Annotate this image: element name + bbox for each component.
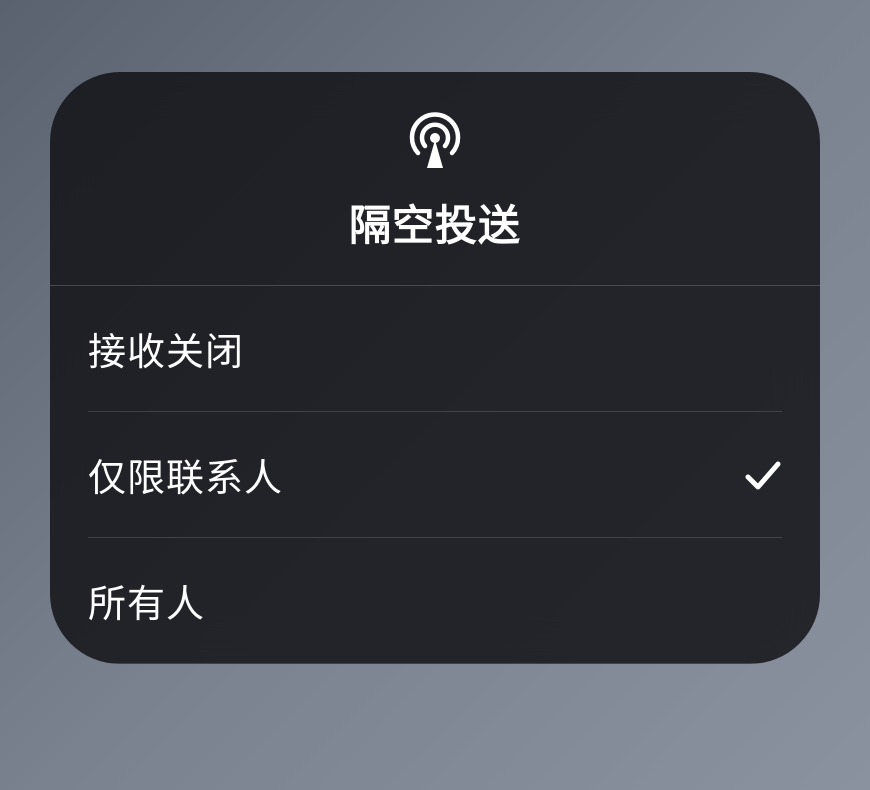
option-label: 仅限联系人 (88, 447, 283, 502)
option-label: 接收关闭 (88, 321, 244, 376)
option-label: 所有人 (88, 573, 205, 628)
option-everyone[interactable]: 所有人 (50, 538, 820, 663)
airdrop-icon (401, 110, 469, 170)
panel-title: 隔空投送 (349, 192, 521, 253)
panel-header: 隔空投送 (50, 72, 820, 285)
checkmark-icon (744, 456, 782, 494)
option-contacts-only[interactable]: 仅限联系人 (50, 412, 820, 537)
option-divider (88, 663, 782, 664)
airdrop-settings-panel: 隔空投送 接收关闭 仅限联系人 所有人 (50, 72, 820, 664)
option-receiving-off[interactable]: 接收关闭 (50, 286, 820, 411)
